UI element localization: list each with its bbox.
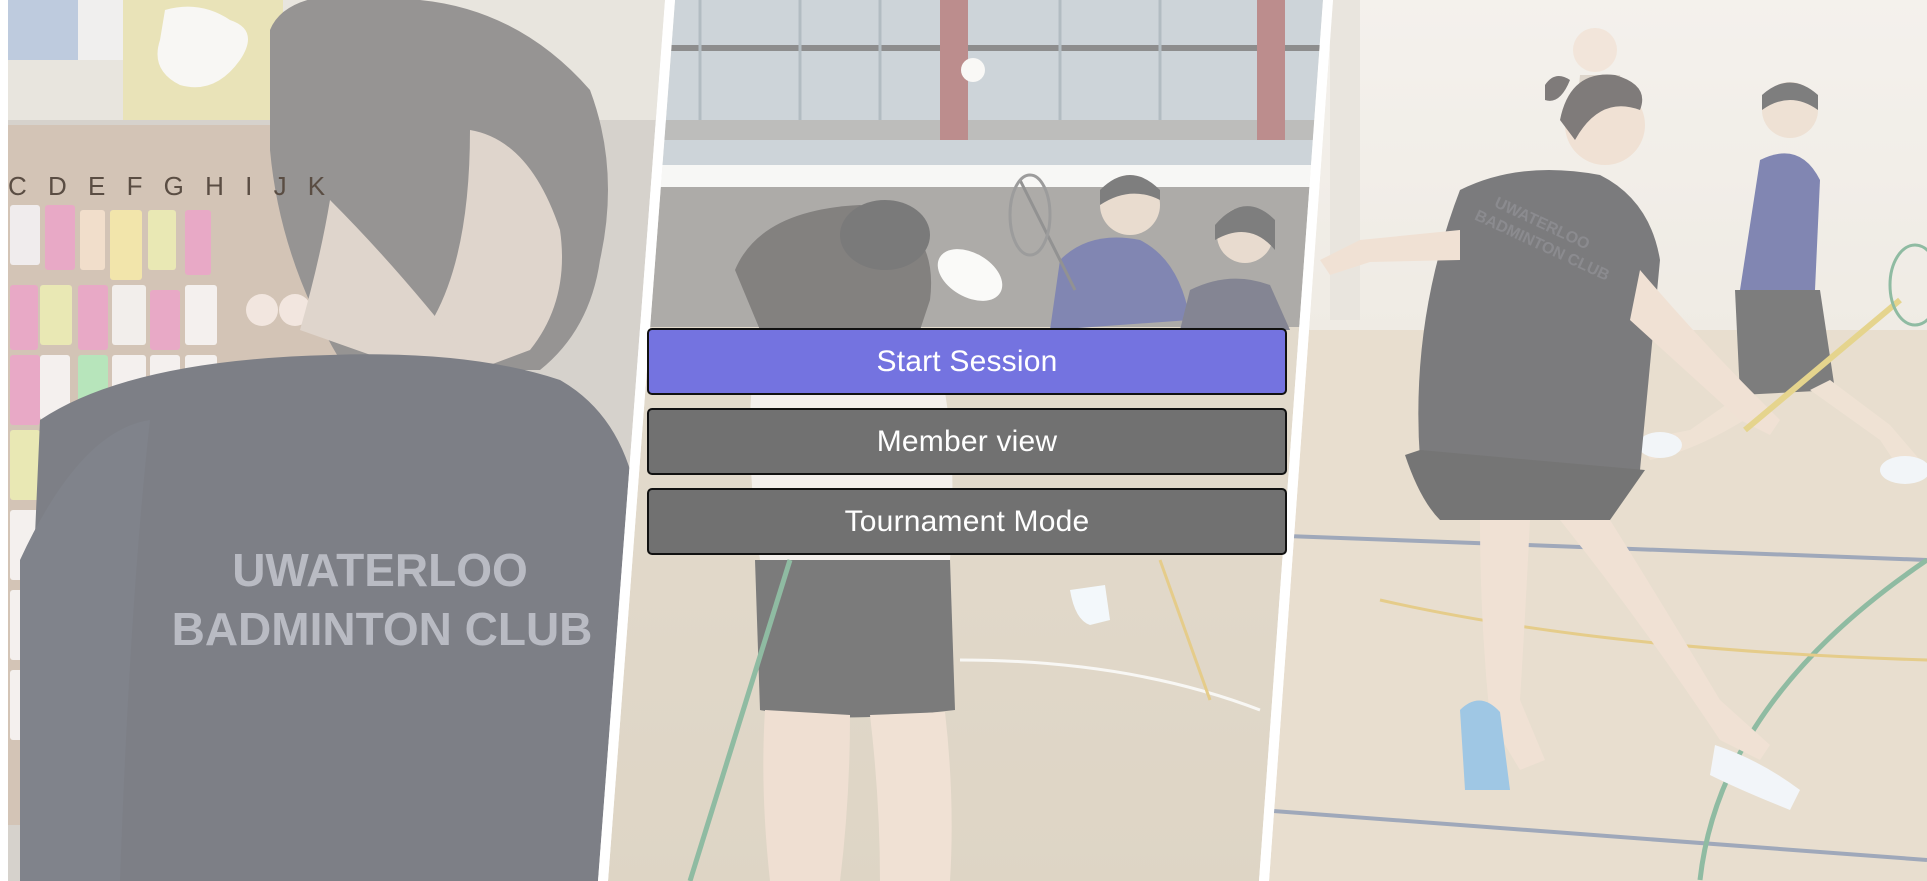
member-view-button[interactable]: Member view: [647, 408, 1287, 475]
board-letters-text: C D E F G H I J K: [8, 171, 332, 201]
tournament-mode-button[interactable]: Tournament Mode: [647, 488, 1287, 555]
board-letters: C D E F G H I J K: [8, 171, 332, 201]
main-menu: Start Session Member view Tournament Mod…: [647, 328, 1287, 555]
shirt-text-line2: BADMINTON CLUB: [172, 603, 593, 655]
shirt-text-line1: UWATERLOO: [232, 544, 528, 596]
start-session-button[interactable]: Start Session: [647, 328, 1287, 395]
landing-screen: UWATERLOO BADMINTON CLUB UWATERLOO BADMI…: [0, 0, 1927, 881]
